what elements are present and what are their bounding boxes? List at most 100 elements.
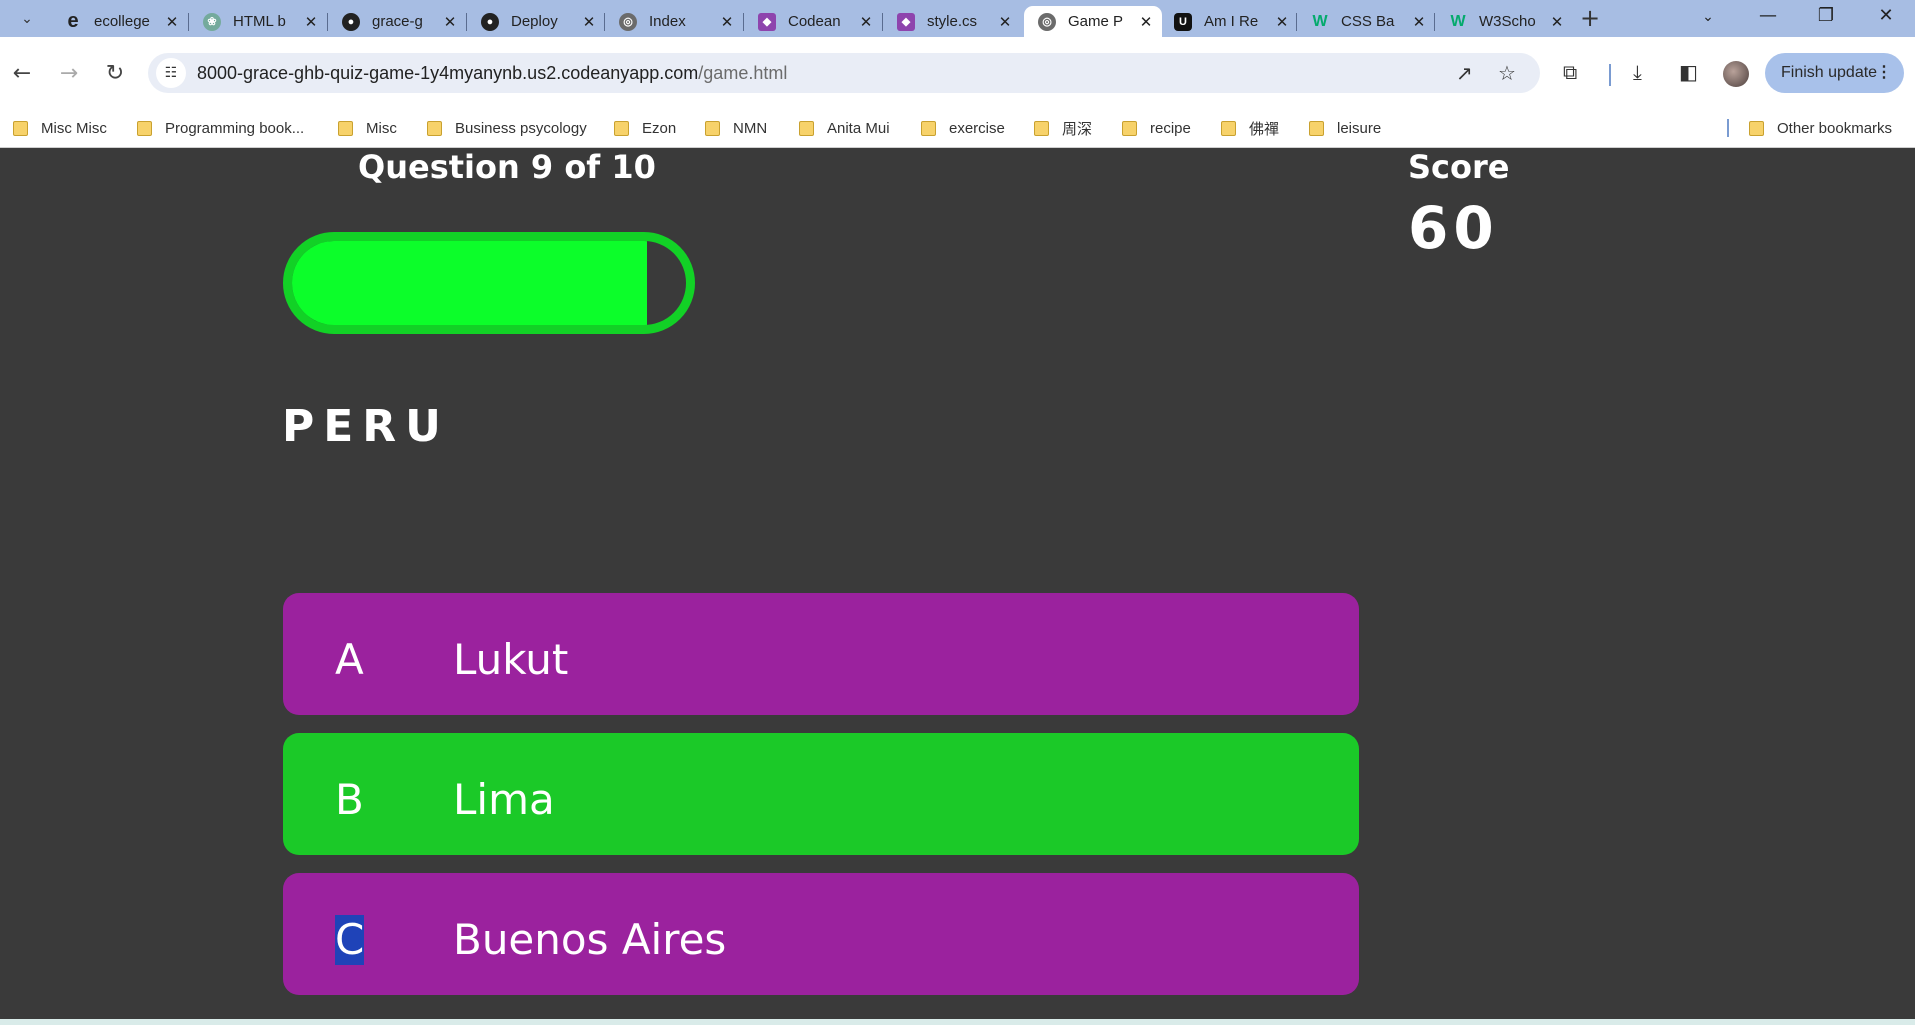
url-host: 8000-grace-ghb-quiz-game-1y4myanynb.us2.…	[197, 63, 699, 83]
progress-text: Question 9 of 10	[358, 148, 656, 186]
finish-update-button[interactable]: Finish update ⋮	[1765, 53, 1904, 93]
quiz-game: Question 9 of 10 Score 60 PERU A Lukut B…	[0, 148, 1915, 1025]
close-icon[interactable]: ✕	[1274, 13, 1290, 31]
close-icon[interactable]: ✕	[997, 13, 1013, 31]
side-panel-icon[interactable]: ◧	[1679, 60, 1698, 84]
bookmark-folder[interactable]: recipe	[1122, 116, 1191, 140]
folder-icon	[1034, 120, 1049, 136]
progress-bar-fill	[292, 241, 647, 325]
other-bookmarks[interactable]: Other bookmarks	[1749, 116, 1892, 140]
close-icon[interactable]: ✕	[164, 13, 180, 31]
page-bottom-edge	[0, 1019, 1915, 1025]
tab-game-page[interactable]: ◎ Game P ✕	[1024, 6, 1162, 37]
tab-label: Am I Re	[1204, 13, 1259, 30]
bookmark-label: 佛禪	[1249, 120, 1280, 138]
choice-a[interactable]: A Lukut	[283, 593, 1359, 715]
close-icon[interactable]: ✕	[1411, 13, 1427, 31]
tab-label: Codean	[788, 13, 841, 30]
bookmark-folder[interactable]: Anita Mui	[799, 116, 890, 140]
restore-icon[interactable]: ❐	[1806, 5, 1846, 26]
chatgpt-icon: ❀	[203, 12, 221, 31]
tab-codeanywhere[interactable]: ◆ Codean ✕	[744, 6, 882, 37]
bookmark-label: recipe	[1150, 119, 1191, 137]
tab-label: grace-g	[372, 13, 423, 30]
bookmarks-bar: Misc Misc Programming book... Misc Busin…	[0, 109, 1915, 148]
site-info-icon[interactable]: ☷	[156, 58, 186, 88]
close-icon[interactable]: ✕	[442, 13, 458, 31]
tab-label: Game P	[1068, 13, 1124, 30]
folder-icon	[1122, 120, 1137, 136]
tab-ecollege[interactable]: e ecollege ✕	[50, 6, 188, 37]
tab-style-css[interactable]: ◆ style.cs ✕	[883, 6, 1021, 37]
close-icon[interactable]: ✕	[858, 13, 874, 31]
bookmark-folder[interactable]: Programming book...	[137, 116, 304, 140]
folder-icon	[705, 120, 720, 136]
tab-label: Index	[649, 13, 686, 30]
tab-label: ecollege	[94, 13, 150, 30]
tab-label: CSS Ba	[1341, 13, 1395, 30]
folder-icon	[427, 120, 442, 136]
w3schools-icon: W	[1312, 12, 1328, 30]
choice-text: Lukut	[453, 635, 569, 684]
bookmark-star-icon[interactable]: ☆	[1498, 61, 1516, 85]
score-value: 60	[1408, 194, 1499, 262]
bookmark-folder[interactable]: exercise	[921, 116, 1005, 140]
tab-label: Deploy	[511, 13, 558, 30]
forward-arrow-icon[interactable]: →	[55, 61, 83, 86]
tab-css-basics[interactable]: W CSS Ba ✕	[1297, 6, 1435, 37]
extensions-icon[interactable]: ⧉	[1563, 60, 1577, 84]
folder-icon	[137, 120, 152, 136]
download-icon[interactable]: ⤓	[1633, 60, 1642, 84]
close-icon[interactable]: ✕	[303, 13, 319, 31]
close-icon[interactable]: ✕	[719, 13, 735, 31]
tab-grace-github[interactable]: ● grace-g ✕	[328, 6, 466, 37]
tab-deploy[interactable]: ● Deploy ✕	[467, 6, 605, 37]
bookmark-folder[interactable]: Misc Misc	[13, 116, 107, 140]
codeanywhere-icon: ◆	[758, 12, 776, 31]
choice-text: Buenos Aires	[453, 915, 727, 964]
globe-icon: ◎	[1038, 12, 1056, 31]
bookmark-label: Anita Mui	[827, 119, 890, 137]
folder-icon	[921, 120, 936, 136]
reload-icon[interactable]: ↻	[101, 61, 129, 86]
tab-strip: ⌄ e ecollege ✕ ❀ HTML b ✕ ● grace-g ✕ ● …	[0, 0, 1915, 37]
bookmark-folder[interactable]: NMN	[705, 116, 767, 140]
folder-icon	[614, 120, 629, 136]
bookmark-folder[interactable]: Ezon	[614, 116, 676, 140]
finish-update-label: Finish update	[1781, 64, 1878, 81]
folder-icon	[799, 120, 814, 136]
bookmark-folder[interactable]: Business psycology	[427, 116, 587, 140]
folder-icon	[1309, 120, 1324, 136]
share-icon[interactable]: ↗	[1456, 61, 1473, 85]
choice-b[interactable]: B Lima	[283, 733, 1359, 855]
url-path: /game.html	[698, 63, 788, 83]
bookmarks-divider	[1727, 119, 1729, 137]
other-bookmarks-label: Other bookmarks	[1777, 119, 1893, 137]
choice-text: Lima	[453, 775, 555, 824]
url-text[interactable]: 8000-grace-ghb-quiz-game-1y4myanynb.us2.…	[197, 63, 787, 84]
bookmark-folder[interactable]: leisure	[1309, 116, 1381, 140]
tab-html[interactable]: ❀ HTML b ✕	[189, 6, 327, 37]
close-icon[interactable]: ✕	[581, 13, 597, 31]
bookmark-folder[interactable]: 佛禪	[1221, 116, 1279, 140]
tab-search-chevron-icon[interactable]: ⌄	[14, 8, 40, 30]
w3schools-icon: W	[1450, 12, 1466, 30]
bookmark-label: Misc Misc	[41, 119, 107, 137]
minimize-icon[interactable]: —	[1748, 5, 1788, 26]
profile-avatar[interactable]	[1723, 61, 1749, 87]
close-icon[interactable]: ✕	[1549, 13, 1565, 31]
bookmark-folder[interactable]: 周深	[1034, 116, 1092, 140]
bookmark-label: exercise	[949, 119, 1005, 137]
bookmark-folder[interactable]: Misc	[338, 116, 397, 140]
tab-list-chevron-icon[interactable]: ⌄	[1688, 9, 1728, 25]
close-icon[interactable]: ✕	[1138, 13, 1154, 31]
amiresponsive-icon: U	[1174, 12, 1192, 31]
address-bar[interactable]: ☷ 8000-grace-ghb-quiz-game-1y4myanynb.us…	[148, 53, 1540, 93]
tab-w3schools[interactable]: W W3Scho ✕	[1435, 6, 1573, 37]
choice-c[interactable]: C Buenos Aires	[283, 873, 1359, 995]
tab-index[interactable]: ◎ Index ✕	[605, 6, 743, 37]
back-arrow-icon[interactable]: ←	[8, 61, 36, 86]
new-tab-plus-icon[interactable]: +	[1580, 4, 1600, 32]
window-close-icon[interactable]: ✕	[1866, 5, 1906, 26]
tab-am-i-responsive[interactable]: U Am I Re ✕	[1160, 6, 1298, 37]
